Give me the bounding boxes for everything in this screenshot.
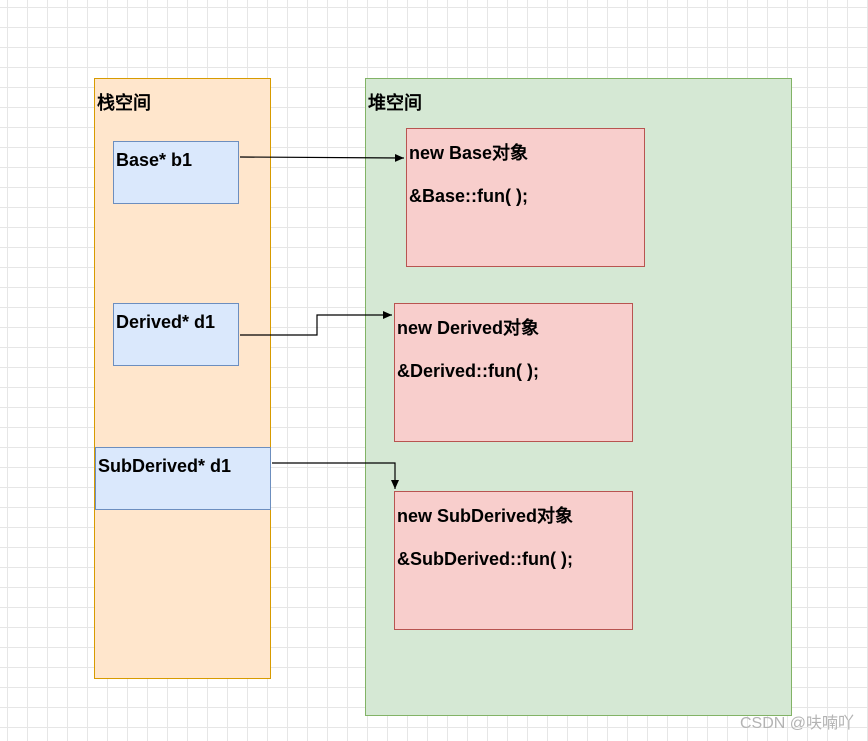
arrow-subd1-to-subderived: [272, 462, 399, 489]
arrow-d1-to-derived: [240, 311, 392, 336]
watermark: CSDN @呋喃吖: [739, 715, 854, 732]
connector-arrows: [239, 153, 405, 489]
arrow-b1-to-base: [239, 153, 405, 162]
